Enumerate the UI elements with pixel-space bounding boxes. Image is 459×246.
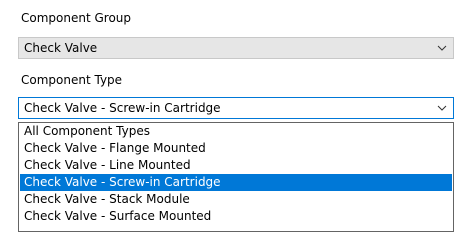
component-type-value: Check Valve - Screw-in Cartridge xyxy=(24,101,221,115)
dropdown-option-screw-in-cartridge[interactable]: Check Valve - Screw-in Cartridge xyxy=(20,174,452,191)
component-filter-panel: Component Group Check Valve Component Ty… xyxy=(0,0,459,246)
component-group-select[interactable]: Check Valve xyxy=(18,37,454,59)
component-group-value: Check Valve xyxy=(24,41,98,55)
chevron-down-icon xyxy=(437,45,447,51)
component-type-dropdown-list[interactable]: All Component Types Check Valve - Flange… xyxy=(18,122,454,232)
component-type-select[interactable]: Check Valve - Screw-in Cartridge xyxy=(18,97,454,119)
dropdown-option-line-mounted[interactable]: Check Valve - Line Mounted xyxy=(20,157,452,174)
dropdown-option-flange-mounted[interactable]: Check Valve - Flange Mounted xyxy=(20,140,452,157)
component-type-label: Component Type xyxy=(21,73,123,87)
dropdown-option-surface-mounted[interactable]: Check Valve - Surface Mounted xyxy=(20,208,452,225)
chevron-down-icon xyxy=(437,105,447,111)
component-group-label: Component Group xyxy=(21,11,132,25)
dropdown-option-all-component-types[interactable]: All Component Types xyxy=(20,123,452,140)
dropdown-option-stack-module[interactable]: Check Valve - Stack Module xyxy=(20,191,452,208)
